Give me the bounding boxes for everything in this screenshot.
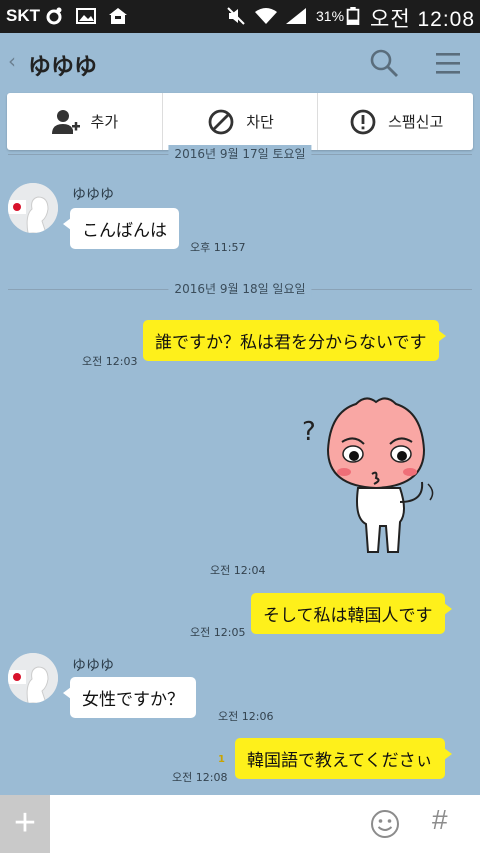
message-time: 오전 12:03 xyxy=(82,355,138,368)
block-icon xyxy=(208,109,234,134)
report-spam-icon xyxy=(350,109,376,134)
mute-icon xyxy=(227,7,245,25)
message-input-bar: + # xyxy=(0,795,480,853)
chat-title: ゆゆゆ xyxy=(28,54,97,80)
avatar[interactable] xyxy=(8,653,58,703)
message-input[interactable] xyxy=(56,805,346,843)
date-separator: 2016년 9월 18일 일요일 xyxy=(8,279,472,299)
signal-icon xyxy=(286,8,306,24)
emoticon-icon[interactable] xyxy=(369,808,401,840)
chat-header: ‹ ゆゆゆ xyxy=(0,33,480,93)
menu-icon[interactable] xyxy=(432,47,464,79)
attach-button[interactable]: + xyxy=(0,795,50,853)
image-icon xyxy=(76,8,96,24)
add-friend-icon xyxy=(51,109,80,134)
unread-count: 1 xyxy=(218,754,225,765)
back-button[interactable]: ‹ xyxy=(8,49,16,73)
block-label: 차단 xyxy=(246,113,274,131)
profile-image xyxy=(8,653,58,703)
svg-text:?: ? xyxy=(302,417,316,447)
home-icon xyxy=(109,8,127,24)
report-spam-label: 스팸신고 xyxy=(388,113,444,131)
message-time: 오전 12:05 xyxy=(190,626,246,639)
search-icon[interactable] xyxy=(368,47,400,79)
block-button[interactable]: 차단 xyxy=(163,93,319,150)
message-time: 오전 12:08 xyxy=(172,771,228,784)
date-separator: 2016년 9월 17일 토요일 xyxy=(8,144,472,164)
date-label: 2016년 9월 17일 토요일 xyxy=(168,145,312,162)
sender-name: ゆゆゆ xyxy=(72,187,114,203)
sender-name: ゆゆゆ xyxy=(72,658,114,674)
battery-icon xyxy=(346,7,360,25)
report-spam-button[interactable]: 스팸신고 xyxy=(318,93,473,150)
hash-button[interactable]: # xyxy=(432,804,448,836)
carrier-label: SKT xyxy=(6,6,40,25)
add-friend-button[interactable]: 추가 xyxy=(7,93,163,150)
avatar[interactable] xyxy=(8,183,58,233)
status-time: 오전 12:08 xyxy=(370,8,476,31)
message-bubble[interactable]: そして私は韓国人です xyxy=(251,593,451,634)
message-time: 오전 12:04 xyxy=(210,564,266,577)
add-friend-label: 추가 xyxy=(90,113,119,131)
sync-icon xyxy=(46,7,62,25)
battery-percent: 31% xyxy=(316,8,345,24)
message-bubble[interactable]: 誰ですか？私は君を分からないです xyxy=(143,320,445,361)
message-bubble[interactable]: 韓国語で教えてくださぃ xyxy=(235,738,452,779)
message-time: 오후 11:57 xyxy=(190,241,246,254)
peach-sticker[interactable]: ? xyxy=(296,392,456,560)
friend-action-bar: 추가 차단 스팸신고 xyxy=(7,93,473,150)
status-bar: SKT 31% 오전 12:08 xyxy=(0,0,480,33)
message-bubble[interactable]: こんばんは xyxy=(63,208,179,249)
date-label: 2016년 9월 18일 일요일 xyxy=(168,280,312,297)
wifi-icon xyxy=(255,8,277,24)
message-bubble[interactable]: 女性ですか？ xyxy=(63,677,196,718)
message-time: 오전 12:06 xyxy=(218,710,274,723)
profile-image xyxy=(8,183,58,233)
